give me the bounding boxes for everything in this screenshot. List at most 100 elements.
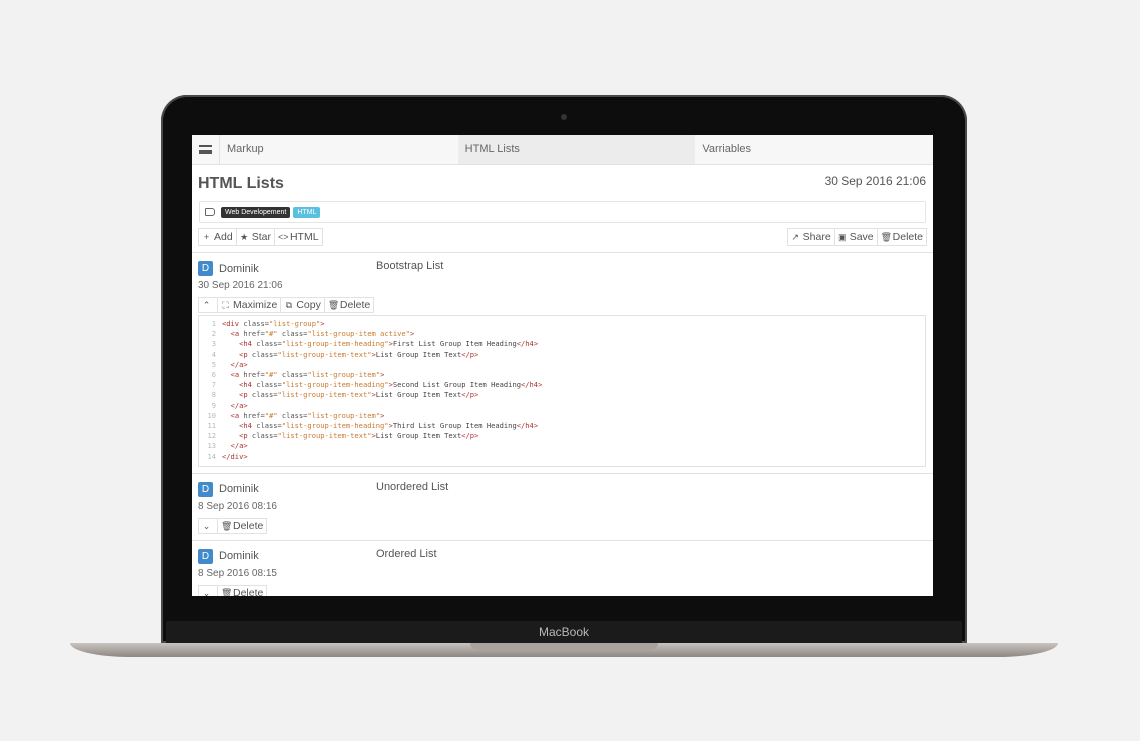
code-text: </a>	[230, 400, 248, 410]
tag-web-developement[interactable]: Web Developement	[221, 206, 291, 218]
delete-label: Delete	[233, 586, 264, 596]
entry-unordered-list: D Dominik Unordered List 8 Sep 2016 08:1…	[192, 472, 933, 540]
line-number: 14	[207, 451, 216, 461]
author-name[interactable]: Dominik	[219, 483, 259, 495]
code-line: 2 <a href="#" class="list-group-item act…	[199, 329, 925, 339]
code-text: <h4 class="list-group-item-heading">Seco…	[239, 380, 543, 390]
entry-ordered-list: D Dominik Ordered List 8 Sep 2016 08:15 …	[192, 539, 933, 596]
code-text: <div class="list-group">	[222, 319, 325, 328]
entry-delete-button[interactable]: 🗑Delete	[323, 297, 375, 313]
expand-button[interactable]: ⌄	[198, 517, 218, 534]
code-line: 10 <a href="#" class="list-group-item">	[199, 411, 925, 421]
entry-title: Ordered List	[376, 547, 437, 560]
code-text: <p class="list-group-item-text">List Gro…	[239, 349, 479, 359]
code-line: 5 </a>	[199, 360, 925, 370]
tab-varriables[interactable]: Varriables	[695, 135, 933, 164]
line-number: 5	[211, 359, 216, 369]
entry-delete-button[interactable]: 🗑Delete	[217, 584, 268, 596]
plus-icon: +	[203, 232, 210, 242]
code-text: </a>	[230, 359, 248, 369]
tab-markup[interactable]: Markup	[220, 135, 458, 164]
entry-delete-button[interactable]: 🗑Delete	[217, 517, 268, 534]
chevron-down-icon: ⌄	[202, 587, 211, 596]
line-number: 10	[207, 410, 216, 420]
entry-tools: ⌄ 🗑Delete	[198, 517, 926, 534]
entry-tools: ⌃ ⛶ Maximize ⧉ Copy 🗑Delete	[198, 297, 926, 313]
entry-tools: ⌄ 🗑Delete	[198, 584, 926, 596]
line-number: 6	[211, 370, 216, 380]
share-button[interactable]: ↗ Share	[786, 228, 835, 246]
line-number: 4	[211, 349, 216, 359]
tag-icon	[205, 208, 215, 216]
maximize-button[interactable]: ⛶ Maximize	[217, 297, 282, 313]
author-name[interactable]: Dominik	[219, 550, 259, 562]
camera-icon	[561, 114, 567, 120]
line-number: 2	[211, 329, 216, 339]
copy-icon: ⧉	[285, 300, 293, 310]
code-text: <h4 class="list-group-item-heading">Firs…	[239, 339, 539, 349]
line-number: 3	[211, 339, 216, 349]
collapse-button[interactable]: ⌃	[198, 297, 218, 313]
line-number: 7	[211, 380, 216, 390]
code-text: </div>	[222, 451, 248, 461]
expand-button[interactable]: ⌄	[198, 584, 218, 596]
code-text: <p class="list-group-item-text">List Gro…	[239, 390, 479, 400]
code-text: </a>	[230, 441, 248, 451]
code-icon: <>	[277, 232, 289, 242]
copy-label: Copy	[296, 299, 321, 311]
laptop-brand-label: MacBook	[166, 621, 962, 643]
menu-button[interactable]	[192, 135, 220, 164]
save-icon: ▣	[837, 232, 847, 242]
code-text: <a href="#" class="list-group-item">	[230, 370, 385, 380]
code-line: 9 </a>	[199, 401, 925, 411]
page-date: 30 Sep 2016 21:06	[824, 174, 926, 188]
maximize-label: Maximize	[233, 299, 278, 311]
trash-icon: 🗑	[221, 520, 233, 531]
author-name[interactable]: Dominik	[219, 263, 259, 275]
html-label: HTML	[289, 231, 319, 243]
copy-button[interactable]: ⧉ Copy	[280, 297, 325, 313]
chevron-down-icon: ⌄	[202, 520, 211, 531]
entry-bootstrap-list: D Dominik Bootstrap List 30 Sep 2016 21:…	[192, 252, 933, 473]
avatar: D	[198, 548, 213, 564]
tag-bar[interactable]: Web Developement HTML	[199, 201, 926, 223]
trash-icon: 🗑	[327, 300, 340, 310]
page-toolbar: + Add ★ Star <>HTML ↗ Share ▣ Save 🗑Delete	[198, 226, 927, 248]
app-screen: Markup HTML Lists Varriables HTML Lists …	[192, 135, 933, 596]
line-number: 11	[207, 421, 216, 431]
code-block[interactable]: 1 <div class="list-group"> 2 <a href="#" c…	[198, 315, 926, 467]
code-text: <p class="list-group-item-text">List Gro…	[239, 431, 479, 441]
save-label: Save	[849, 231, 874, 243]
navbar: Markup HTML Lists Varriables	[192, 135, 933, 165]
star-button[interactable]: ★ Star	[235, 228, 275, 246]
entry-author: D Dominik	[198, 548, 926, 565]
hamburger-icon	[199, 145, 212, 154]
html-button[interactable]: <>HTML	[273, 228, 323, 246]
share-icon: ↗	[791, 232, 799, 242]
share-label: Share	[802, 231, 831, 243]
trash-icon: 🗑	[880, 232, 893, 242]
entry-title: Unordered List	[376, 480, 449, 493]
laptop-notch	[470, 643, 658, 650]
code-line: 14 </div>	[199, 452, 925, 462]
delete-label: Delete	[892, 231, 923, 243]
code-line: 4 <p class="list-group-item-text">List G…	[199, 350, 925, 360]
line-number: 12	[207, 431, 216, 441]
code-line: 12 <p class="list-group-item-text">List …	[199, 431, 925, 441]
entry-date: 30 Sep 2016 21:06	[198, 280, 283, 291]
code-line: 8 <p class="list-group-item-text">List G…	[199, 390, 925, 400]
avatar: D	[198, 481, 213, 497]
chevron-up-icon: ⌃	[202, 300, 211, 310]
delete-button[interactable]: 🗑Delete	[876, 228, 927, 246]
page-title: HTML Lists	[198, 175, 284, 192]
delete-label: Delete	[339, 299, 371, 311]
code-line: 6 <a href="#" class="list-group-item">	[199, 370, 925, 380]
code-text: <a href="#" class="list-group-item activ…	[230, 329, 415, 339]
tag-html[interactable]: HTML	[293, 206, 321, 218]
line-number: 9	[211, 400, 216, 410]
add-button[interactable]: + Add	[198, 228, 237, 246]
tab-html-lists[interactable]: HTML Lists	[457, 135, 696, 164]
expand-icon: ⛶	[222, 300, 229, 310]
code-text: <a href="#" class="list-group-item">	[230, 410, 385, 420]
save-button[interactable]: ▣ Save	[833, 228, 878, 246]
